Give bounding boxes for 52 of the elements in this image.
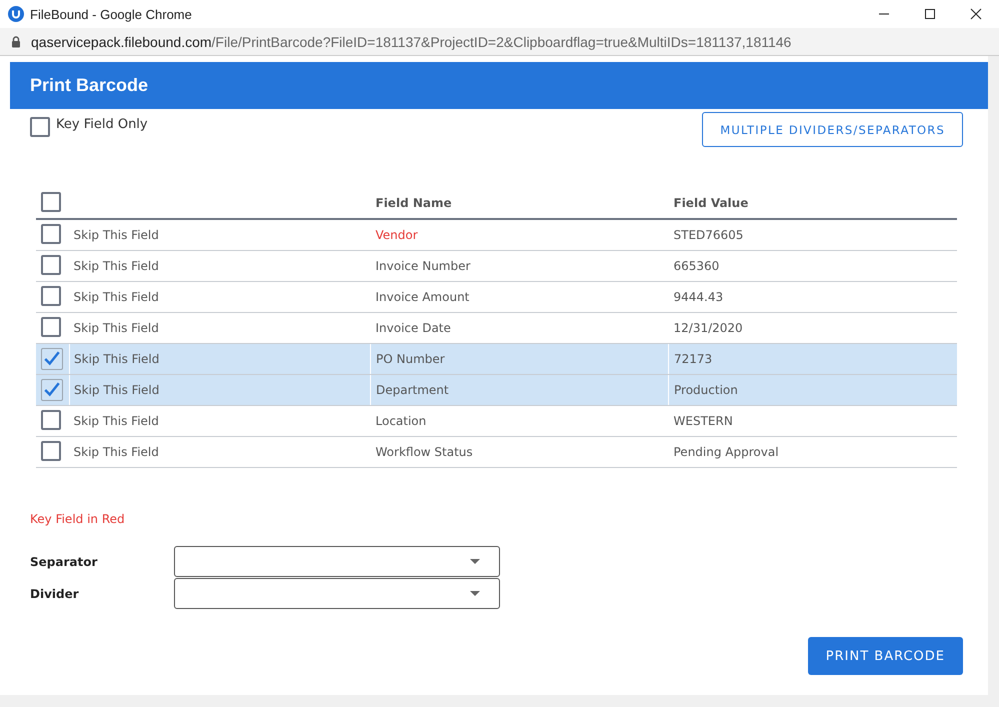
- skip-label: Skip This Field: [74, 259, 159, 273]
- field-value: 665360: [674, 259, 720, 273]
- field-name: Location: [376, 414, 426, 428]
- lock-icon: [11, 36, 21, 48]
- multiple-dividers-button[interactable]: MULTIPLE DIVIDERS/SEPARATORS: [702, 112, 963, 147]
- row-checkbox[interactable]: [41, 378, 63, 400]
- print-barcode-button[interactable]: PRINT BARCODE: [808, 637, 963, 675]
- field-value: STED76605: [674, 228, 744, 242]
- field-name: Vendor: [376, 228, 418, 242]
- field-value: Production: [674, 383, 738, 397]
- dialog-title: Print Barcode: [30, 75, 148, 96]
- field-value: Pending Approval: [674, 445, 779, 459]
- dropdown-field[interactable]: [174, 578, 500, 609]
- caret-icon: [470, 591, 480, 596]
- maximize-icon[interactable]: [924, 8, 936, 20]
- skip-label: Skip This Field: [74, 321, 159, 335]
- field-label: Separator: [30, 554, 98, 568]
- caret-icon: [470, 559, 480, 564]
- skip-label: Skip This Field: [74, 383, 160, 397]
- row-checkbox[interactable]: [41, 286, 61, 306]
- close-icon[interactable]: [970, 8, 982, 20]
- row-checkbox[interactable]: [41, 410, 61, 430]
- row-checkbox[interactable]: [41, 316, 61, 336]
- column-header: Field Name: [376, 196, 452, 210]
- skip-label: Skip This Field: [74, 352, 160, 366]
- field-value: 9444.43: [674, 290, 724, 304]
- field-label: Divider: [30, 586, 80, 600]
- skip-label: Skip This Field: [74, 414, 159, 428]
- checkbox[interactable]: [30, 117, 50, 137]
- field-name: Workflow Status: [376, 445, 473, 459]
- row-checkbox[interactable]: [41, 348, 63, 370]
- field-name: Invoice Number: [376, 259, 470, 273]
- field-name: Department: [376, 383, 449, 397]
- row-checkbox[interactable]: [41, 254, 61, 274]
- field-name: Invoice Date: [376, 321, 451, 335]
- skip-label: Skip This Field: [74, 445, 159, 459]
- skip-label: Skip This Field: [74, 290, 159, 304]
- field-value: 12/31/2020: [674, 321, 743, 335]
- key-field-note: Key Field in Red: [30, 512, 126, 526]
- row-checkbox[interactable]: [41, 224, 61, 244]
- select-all-checkbox[interactable]: [41, 192, 61, 212]
- row-checkbox[interactable]: [41, 440, 61, 460]
- field-value: WESTERN: [674, 414, 733, 428]
- field-name: Invoice Amount: [376, 290, 470, 304]
- skip-label: Skip This Field: [74, 228, 159, 242]
- dropdown-field[interactable]: [174, 546, 500, 577]
- app-logo-icon: [8, 6, 24, 22]
- checkbox-label: Key Field Only: [56, 117, 148, 132]
- field-value: 72173: [674, 352, 712, 366]
- column-header: Field Value: [674, 196, 748, 210]
- field-name: PO Number: [376, 352, 445, 366]
- window-title: FileBound - Google Chrome: [30, 6, 192, 22]
